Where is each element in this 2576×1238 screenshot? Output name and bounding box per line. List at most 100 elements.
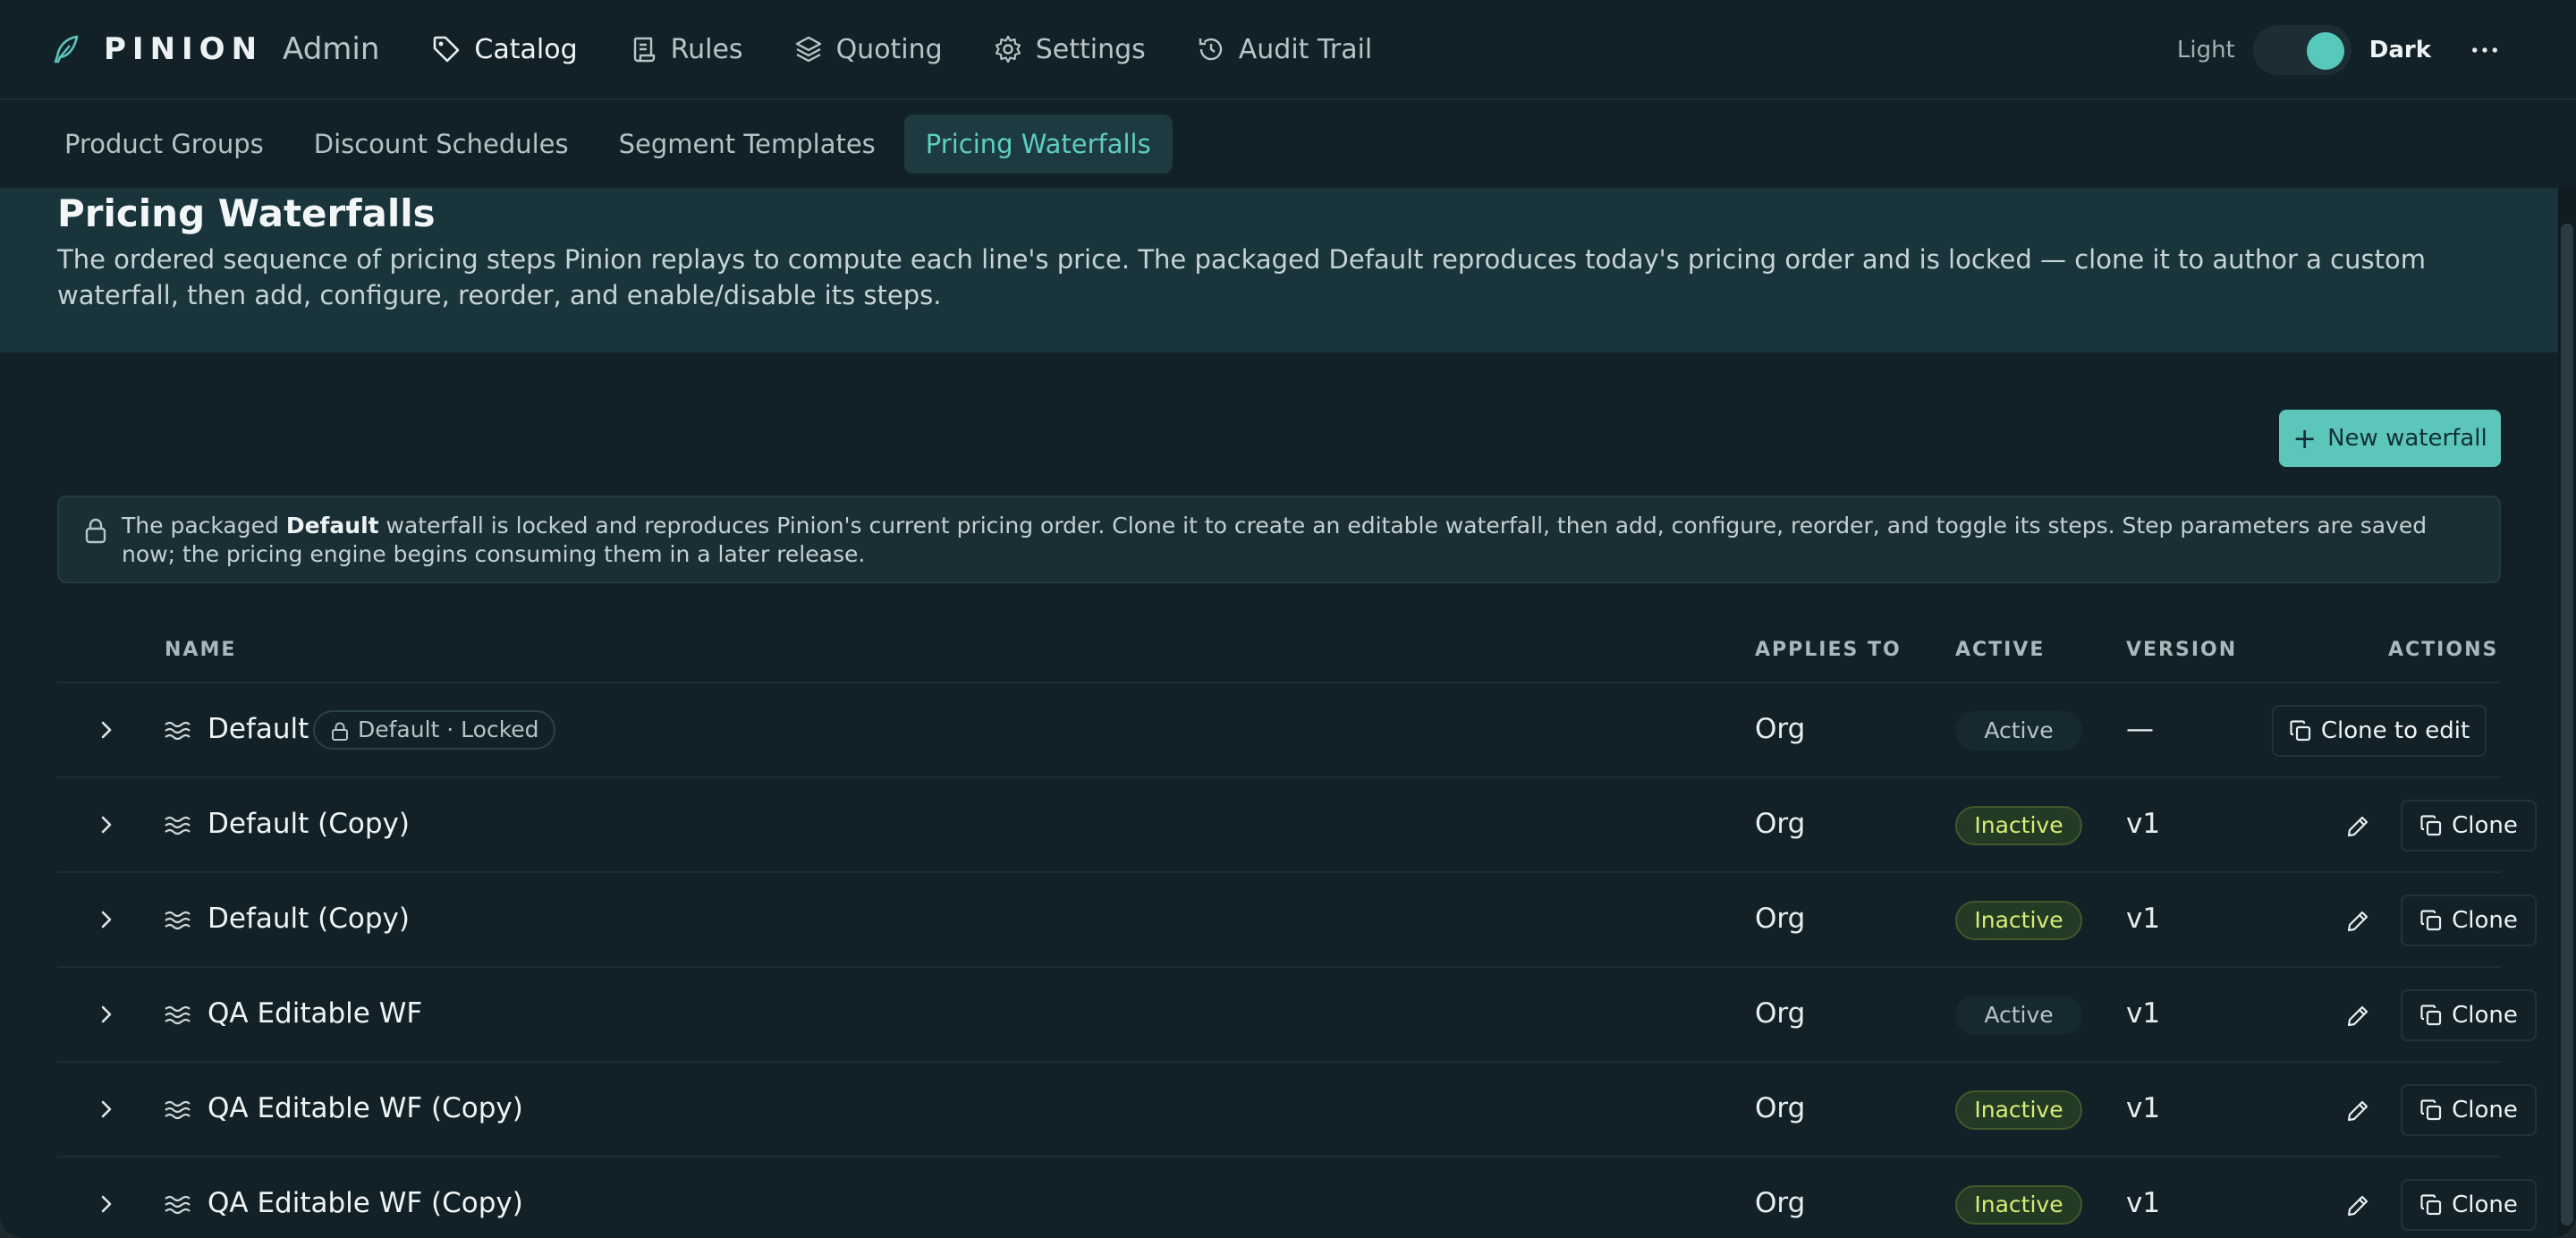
theme-toggle[interactable]	[2252, 25, 2351, 75]
copy-icon	[2420, 815, 2442, 836]
more-menu-button[interactable]	[2467, 32, 2503, 68]
waves-icon	[165, 721, 191, 741]
edit-button[interactable]	[2338, 902, 2377, 941]
clone-to-edit-label: Clone to edit	[2320, 717, 2470, 744]
table-row[interactable]: QA Editable WF Org Active v1 Clone	[57, 966, 2537, 1061]
clone-button[interactable]: Clone	[2401, 1084, 2537, 1136]
version-value: —	[2126, 713, 2154, 745]
waterfall-name: QA Editable WF (Copy)	[208, 1187, 523, 1219]
tag-icon	[434, 36, 460, 63]
clone-label: Clone	[2452, 1191, 2518, 1218]
status-badge: Inactive	[1955, 901, 2082, 940]
pencil-icon	[2347, 1100, 2368, 1122]
locked-badge-label: Default · Locked	[358, 717, 539, 742]
tab-pricing-waterfalls[interactable]: Pricing Waterfalls	[903, 114, 1173, 174]
table-row[interactable]: QA Editable WF (Copy) Org Inactive v1 Cl…	[57, 1156, 2537, 1238]
edit-button[interactable]	[2338, 1186, 2377, 1225]
chevron-right-icon[interactable]	[93, 1001, 120, 1028]
chevron-right-icon[interactable]	[93, 1096, 120, 1123]
top-bar: PINION Admin Catalog Rules Quoting Setti…	[0, 0, 2576, 100]
nav-quoting-label: Quoting	[835, 33, 943, 65]
page-title: Pricing Waterfalls	[57, 191, 436, 235]
applies-to-value: Org	[1755, 1187, 1806, 1219]
nav-rules-label: Rules	[670, 33, 743, 65]
applies-to-value: Org	[1755, 997, 1806, 1030]
clone-button[interactable]: Clone	[2401, 800, 2537, 852]
notice-text-start: The packaged	[122, 513, 286, 538]
feather-logo-icon	[54, 35, 79, 64]
table-row[interactable]: Default Default · Locked Org Active — Cl…	[57, 682, 2501, 776]
clone-button[interactable]: Clone	[2401, 1179, 2537, 1231]
nav-catalog[interactable]: Catalog	[431, 33, 578, 65]
clone-label: Clone	[2452, 812, 2518, 839]
tab-discount-schedules[interactable]: Discount Schedules	[292, 114, 590, 174]
column-header-version: VERSION	[2126, 639, 2238, 661]
nav-settings[interactable]: Settings	[993, 34, 1146, 65]
chevron-right-icon[interactable]	[93, 717, 120, 743]
scroll-icon	[633, 37, 655, 63]
new-waterfall-button[interactable]: + New waterfall	[2279, 410, 2501, 467]
history-icon	[1199, 38, 1222, 61]
clone-to-edit-button[interactable]: Clone to edit	[2272, 705, 2487, 757]
chevron-right-icon[interactable]	[93, 1191, 120, 1217]
clone-button[interactable]: Clone	[2401, 989, 2537, 1041]
copy-icon	[2420, 1005, 2442, 1026]
waterfall-name: Default (Copy)	[208, 808, 410, 840]
status-badge: Inactive	[1955, 806, 2082, 845]
layers-icon	[795, 36, 821, 63]
tab-product-groups[interactable]: Product Groups	[43, 114, 285, 174]
page-header: Pricing Waterfalls The ordered sequence …	[0, 188, 2558, 352]
applies-to-value: Org	[1755, 903, 1806, 935]
locked-badge: Default · Locked	[313, 710, 555, 750]
table-row[interactable]: Default (Copy) Org Inactive v1 Clone	[57, 871, 2537, 966]
waves-icon	[165, 816, 191, 835]
table-row[interactable]: Default (Copy) Org Inactive v1 Clone	[57, 776, 2537, 871]
lock-icon	[332, 722, 348, 741]
pencil-icon	[2347, 911, 2368, 932]
lock-icon	[85, 518, 106, 544]
waves-icon	[165, 1100, 191, 1120]
more-horizontal-icon	[2472, 47, 2497, 53]
tab-segment-templates[interactable]: Segment Templates	[597, 114, 897, 174]
version-value: v1	[2126, 997, 2161, 1030]
nav-quoting[interactable]: Quoting	[793, 34, 943, 65]
applies-to-value: Org	[1755, 808, 1806, 840]
scrollbar-thumb[interactable]	[2561, 224, 2573, 1225]
main-content: Pricing Waterfalls The ordered sequence …	[0, 188, 2558, 1238]
pencil-icon	[2347, 816, 2368, 837]
waterfall-name: QA Editable WF (Copy)	[208, 1092, 523, 1124]
brand-name: PINION	[104, 31, 264, 67]
column-header-name: NAME	[165, 639, 237, 661]
nav-audit-trail-label: Audit Trail	[1238, 33, 1373, 65]
edit-button[interactable]	[2338, 996, 2377, 1036]
status-badge: Inactive	[1955, 1090, 2082, 1130]
clone-button[interactable]: Clone	[2401, 895, 2537, 946]
main-nav: Catalog Rules Quoting Settings Audit Tra…	[431, 0, 1422, 99]
app-window: PINION Admin Catalog Rules Quoting Setti…	[0, 0, 2576, 1238]
table-row[interactable]: QA Editable WF (Copy) Org Inactive v1 Cl…	[57, 1061, 2537, 1156]
clone-label: Clone	[2452, 1097, 2518, 1124]
clone-label: Clone	[2452, 1002, 2518, 1029]
notice-text-end: waterfall is locked and reproduces Pinio…	[122, 513, 2428, 567]
version-value: v1	[2126, 1092, 2161, 1124]
chevron-right-icon[interactable]	[93, 906, 120, 933]
copy-icon	[2290, 720, 2310, 742]
applies-to-value: Org	[1755, 713, 1806, 745]
column-header-actions: ACTIONS	[2388, 639, 2499, 661]
waves-icon	[165, 911, 191, 930]
pencil-icon	[2347, 1195, 2368, 1217]
brand[interactable]: PINION Admin	[50, 0, 379, 99]
table-header: NAME APPLIES TO ACTIVE VERSION ACTIONS	[57, 626, 2501, 680]
copy-icon	[2420, 1099, 2442, 1121]
plus-icon: +	[2292, 421, 2318, 455]
nav-catalog-label: Catalog	[474, 33, 578, 65]
theme-light-label: Light	[2176, 37, 2235, 64]
gear-icon	[995, 35, 1021, 64]
edit-button[interactable]	[2338, 1091, 2377, 1131]
nav-audit-trail[interactable]: Audit Trail	[1196, 33, 1373, 65]
status-badge: Active	[1955, 996, 2082, 1035]
theme-switcher: Light Dark	[2177, 25, 2503, 75]
edit-button[interactable]	[2338, 807, 2377, 846]
nav-rules[interactable]: Rules	[628, 34, 743, 65]
chevron-right-icon[interactable]	[93, 811, 120, 838]
